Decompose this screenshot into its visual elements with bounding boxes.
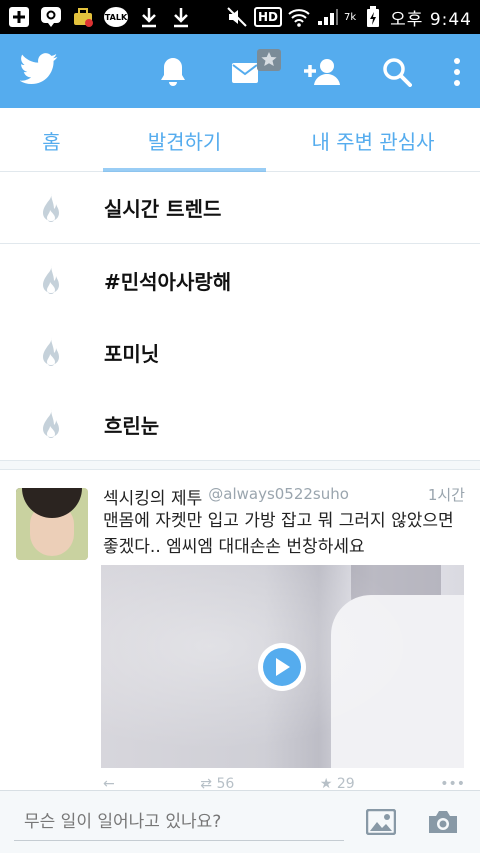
compose-input[interactable] xyxy=(14,803,344,841)
app-bar xyxy=(0,34,480,108)
retweet-icon: ⇄ xyxy=(200,776,212,790)
chat-bubble-icon xyxy=(40,6,62,28)
tab-discover[interactable]: 발견하기 xyxy=(103,108,266,172)
avatar[interactable] xyxy=(16,488,88,560)
flame-icon xyxy=(38,336,64,372)
briefcase-icon xyxy=(72,6,94,28)
compose-bar xyxy=(0,790,480,853)
tweet-text: 맨몸에 자켓만 입고 가방 잡고 뭐 그러지 않았으면 좋겠다.. 엠씨엠 대대… xyxy=(103,511,454,557)
kakaotalk-icon: TALK xyxy=(104,7,128,27)
play-icon xyxy=(263,648,301,686)
notifications-bell-icon[interactable] xyxy=(155,54,191,90)
tweet-video[interactable] xyxy=(101,565,464,768)
tab-bar: 홈 발견하기 내 주변 관심사 xyxy=(0,108,480,172)
tweet-author-handle[interactable]: @always0522suho xyxy=(208,485,349,509)
twitter-bird-icon[interactable] xyxy=(19,52,58,90)
signal-icon xyxy=(316,6,338,28)
like-button[interactable]: ★ 29 xyxy=(320,776,355,790)
tweet-actions: ← ⇄ 56 ★ 29 ••• xyxy=(103,776,465,790)
tweet-author-name[interactable]: 섹시킹의 제투 xyxy=(103,484,202,509)
play-button[interactable] xyxy=(258,643,306,691)
clock: 오후 9:44 xyxy=(390,9,472,30)
add-user-icon[interactable] xyxy=(298,54,344,90)
download-icon xyxy=(138,6,160,28)
hd-badge: HD xyxy=(253,7,282,27)
wifi-icon xyxy=(288,6,310,28)
image-icon[interactable] xyxy=(364,807,398,837)
retweet-button[interactable]: ⇄ 56 xyxy=(200,776,234,790)
mute-icon xyxy=(226,6,248,28)
trend-item[interactable]: #민석아사랑해 xyxy=(0,244,480,316)
carrier-mark: 7k xyxy=(343,11,357,23)
tweet-header: 섹시킹의 제투 @always0522suho 1시간 xyxy=(103,484,465,509)
flame-icon xyxy=(38,408,64,444)
tab-home[interactable]: 홈 xyxy=(0,108,103,172)
trend-label: 포미닛 xyxy=(104,341,160,366)
like-count: 29 xyxy=(336,776,355,790)
like-icon: ★ xyxy=(319,776,333,790)
reply-icon[interactable]: ← xyxy=(103,776,115,790)
battery-icon xyxy=(362,6,384,28)
camera-icon[interactable] xyxy=(426,807,460,837)
flame-icon xyxy=(38,264,64,300)
trends-header[interactable]: 실시간 트렌드 xyxy=(0,172,480,244)
trend-item[interactable]: 포미닛 xyxy=(0,316,480,388)
tweet-timestamp: 1시간 xyxy=(427,486,465,504)
trend-label: #민석아사랑해 xyxy=(104,269,232,294)
unread-star-badge-icon xyxy=(256,48,282,72)
retweet-count: 56 xyxy=(216,776,235,790)
tweet-card[interactable]: 섹시킹의 제투 @always0522suho 1시간 맨몸에 자켓만 입고 가… xyxy=(0,470,480,790)
flame-icon xyxy=(38,192,64,228)
section-divider xyxy=(0,460,480,470)
trend-item[interactable]: 흐린눈 xyxy=(0,388,480,460)
search-icon[interactable] xyxy=(379,54,415,90)
tab-nearby-interests[interactable]: 내 주변 관심사 xyxy=(266,108,480,172)
download-icon-2 xyxy=(170,6,192,28)
trend-label: 흐린눈 xyxy=(104,413,160,438)
status-bar: TALK HD 7k 오후 9:44 xyxy=(0,0,480,34)
trends-header-label: 실시간 트렌드 xyxy=(104,197,222,221)
add-box-icon xyxy=(8,6,30,28)
overflow-menu-icon[interactable] xyxy=(440,54,474,90)
trends-list: 실시간 트렌드 #민석아사랑해 포미닛 흐린눈 xyxy=(0,172,480,460)
more-icon[interactable]: ••• xyxy=(440,776,465,790)
